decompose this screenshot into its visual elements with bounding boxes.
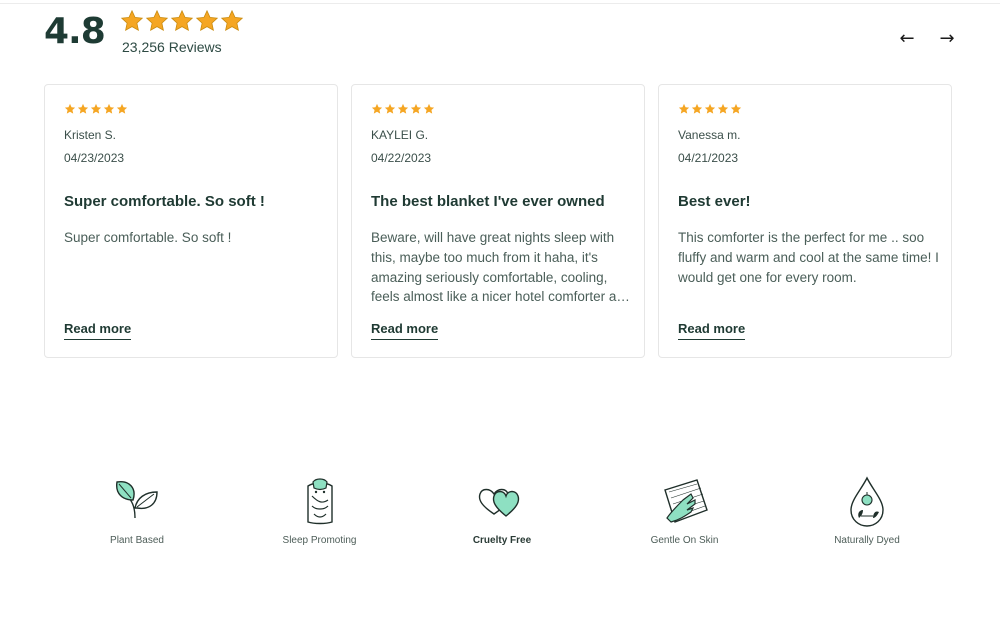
review-card: Kristen S. 04/23/2023 Super comfortable.… [44,84,338,358]
review-card: Vanessa m. 04/21/2023 Best ever! This co… [658,84,952,358]
review-author: KAYLEI G. [371,128,429,142]
feature-label: Naturally Dyed [834,535,900,546]
review-title: Best ever! [678,193,751,210]
read-more-link[interactable]: Read more [371,321,439,340]
star-icon [691,103,703,114]
feature-plant-based: Plant Based [47,474,227,546]
review-body: Super comfortable. So soft ! [64,230,232,245]
feature-label: Cruelty Free [472,535,532,546]
star-icon [397,103,409,114]
review-title: Super comfortable. So soft ! [64,193,265,210]
review-stars [64,103,128,115]
star-icon [170,9,194,31]
next-arrow-icon[interactable]: → [935,26,959,50]
star-icon [678,103,690,114]
read-more-link[interactable]: Read more [678,321,746,340]
star-icon [77,103,89,114]
review-title: The best blanket I've ever owned [371,193,605,210]
review-date: 04/22/2023 [371,151,432,165]
sleeping-pillow-icon [306,478,333,525]
review-body: Beware, will have great nights sleep wit… [371,230,632,305]
review-stars [678,103,742,115]
star-icon [717,103,729,114]
feature-naturally-dyed: Naturally Dyed [777,474,957,546]
star-icon [704,103,716,114]
star-icon [730,103,742,114]
reviews-count: 23,256 Reviews [122,39,222,55]
star-icon [103,103,115,114]
feature-sleep-promoting: Sleep Promoting [230,474,410,546]
star-icon [116,103,128,114]
average-rating: 4.8 [44,11,106,52]
feature-label: Sleep Promoting [282,535,357,546]
review-carousel: Kristen S. 04/23/2023 Super comfortable.… [44,84,952,358]
leaf-icon [116,481,158,519]
star-icon [371,103,383,114]
dye-drop-icon [850,476,884,527]
feature-badges: Plant Based Sleep Promoting Cruelty Free… [47,474,957,546]
top-divider [0,3,1000,4]
hand-on-fabric-icon [663,479,708,523]
review-author: Vanessa m. [678,128,741,142]
star-icon [90,103,102,114]
feature-cruelty-free: Cruelty Free [412,474,592,546]
review-body: This comforter is the perfect for me .. … [678,230,939,285]
review-date: 04/23/2023 [64,151,125,165]
star-icon [145,9,169,31]
star-icon [64,103,76,114]
star-icon [384,103,396,114]
review-date: 04/21/2023 [678,151,739,165]
review-stars [371,103,435,115]
feature-label: Gentle On Skin [650,535,719,546]
prev-arrow-icon[interactable]: ← [895,26,919,50]
star-icon [120,9,144,31]
review-card: KAYLEI G. 04/22/2023 The best blanket I'… [351,84,645,358]
feature-label: Plant Based [110,535,164,546]
feature-gentle-on-skin: Gentle On Skin [595,474,775,546]
star-icon [220,9,244,31]
rating-stars [120,9,244,33]
star-icon [410,103,422,114]
star-icon [423,103,435,114]
read-more-link[interactable]: Read more [64,321,132,340]
star-icon [195,9,219,31]
review-author: Kristen S. [64,128,117,142]
hearts-icon [478,488,520,517]
